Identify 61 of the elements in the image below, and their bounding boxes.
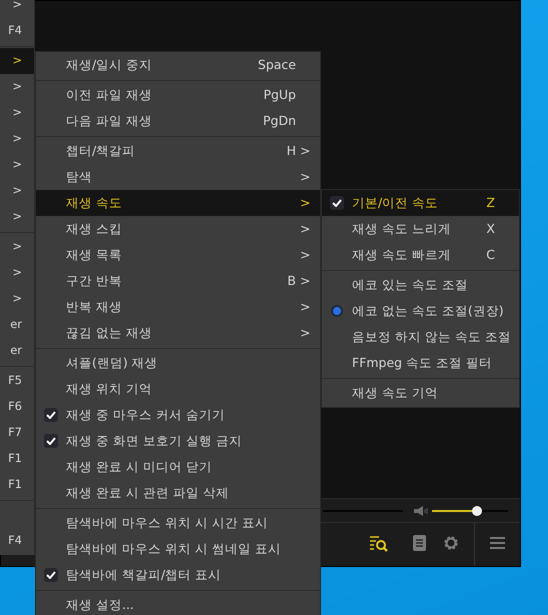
menu-button[interactable]	[488, 534, 507, 552]
menu-item-shortcut[interactable]: >	[12, 0, 34, 14]
menu-item[interactable]: 재생 위치 기억	[36, 376, 320, 402]
menu-item-shortcut[interactable]: >	[12, 78, 34, 96]
menu-item[interactable]: 재생 속도 기억	[322, 380, 519, 406]
menu-item[interactable]: 재생 완료 시 관련 파일 삭제	[36, 480, 320, 506]
menu-item[interactable]: 이전 파일 재생 PgUp	[36, 82, 320, 108]
volume-thumb[interactable]	[472, 506, 482, 516]
check-icon	[46, 571, 56, 579]
menu-item-shortcut[interactable]: >	[12, 182, 34, 200]
menu-item[interactable]: 다음 파일 재생 PgDn	[36, 108, 320, 134]
menu-item[interactable]: 재생/일시 중지 Space	[36, 52, 320, 78]
menu-item-shortcut[interactable]: >	[12, 104, 34, 122]
menu-item-shortcut[interactable]: >	[12, 264, 34, 282]
menu-item[interactable]: 재생 완료 시 미디어 닫기	[36, 454, 320, 480]
menu-item[interactable]: 구간 반복 B >	[36, 268, 320, 294]
menu-item[interactable]: 재생 중 화면 보호기 실행 금지	[36, 428, 320, 454]
menu-item[interactable]: 반복 재생 >	[36, 294, 320, 320]
search-list-button[interactable]	[369, 534, 388, 552]
menu-item-shortcut[interactable]: >	[12, 290, 34, 308]
menu-item[interactable]: 에코 있는 속도 조절	[322, 272, 519, 298]
menu-item[interactable]: 챕터/책갈피 H >	[36, 138, 320, 164]
menu-item-shortcut[interactable]: F6	[8, 398, 34, 416]
menu-item[interactable]: 재생 목록 >	[36, 242, 320, 268]
menu-item[interactable]: 재생 속도 느리게 X	[322, 216, 519, 242]
check-icon	[46, 437, 56, 445]
menu-item[interactable]: 재생 속도 빠르게 C	[322, 242, 519, 268]
menu-item-shortcut[interactable]: >	[12, 156, 34, 174]
menu-item[interactable]: FFmpeg 속도 조절 필터	[322, 350, 519, 376]
menu-item-shortcut[interactable]: F7	[8, 424, 34, 442]
menu-item-shortcut[interactable]: F1	[8, 476, 34, 494]
menu-item[interactable]: 재생 속도 >	[36, 190, 320, 216]
menu-item[interactable]: 에코 없는 속도 조절(권장)	[322, 298, 519, 324]
check-icon	[332, 199, 342, 207]
menu-item[interactable]: 음보정 하지 않는 속도 조절	[322, 324, 519, 350]
menu-icon	[488, 534, 507, 552]
check-icon	[46, 411, 56, 419]
menu-item[interactable]: 셔플(랜덤) 재생	[36, 350, 320, 376]
menu-item[interactable]: 재생 중 마우스 커서 숨기기	[36, 402, 320, 428]
menu-item-shortcut[interactable]: F1	[8, 450, 34, 468]
search-list-icon	[369, 534, 388, 552]
menu-item-shortcut[interactable]: er	[10, 342, 34, 360]
menu-item[interactable]: 탐색바에 책갈피/챕터 표시	[36, 562, 320, 588]
menu-item-shortcut[interactable]: F5	[8, 372, 34, 390]
menu-item[interactable]: 재생 설정...	[36, 592, 320, 615]
menu-item[interactable]: 재생 스킵 >	[36, 216, 320, 242]
volume-slider[interactable]	[432, 505, 508, 517]
menu-item-shortcut[interactable]: F4	[8, 22, 34, 40]
menu-item-shortcut[interactable]: F4	[8, 532, 34, 550]
menu-item[interactable]: 탐색바에 마우스 위치 시 시간 표시	[36, 510, 320, 536]
menu-item-shortcut[interactable]: >	[12, 238, 34, 256]
menu-item-shortcut[interactable]: er	[10, 316, 34, 334]
volume-icon[interactable]	[413, 505, 429, 517]
note-button[interactable]	[410, 534, 429, 552]
menu-item-shortcut[interactable]: >	[12, 130, 34, 148]
menu-item-shortcut[interactable]: >	[12, 208, 34, 226]
menu-item[interactable]: 탐색 >	[36, 164, 320, 190]
menu-item[interactable]: 기본/이전 속도 Z	[322, 190, 519, 216]
menu-item[interactable]: 끊김 없는 재생 >	[36, 320, 320, 346]
menu-item[interactable]: 탐색바에 마우스 위치 시 썸네일 표시	[36, 536, 320, 562]
note-icon	[410, 534, 429, 552]
